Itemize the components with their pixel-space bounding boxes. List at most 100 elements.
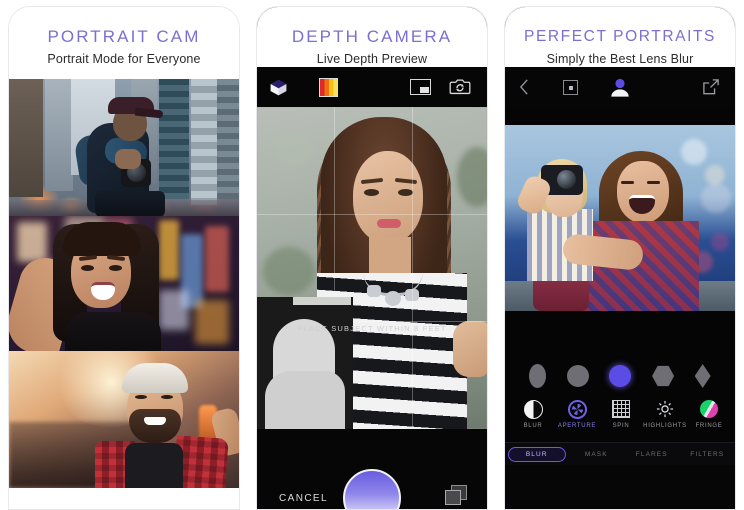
necklace-bead xyxy=(385,291,401,306)
camera-top-bar xyxy=(257,67,487,107)
subject-eye xyxy=(398,189,413,196)
back-chevron-icon[interactable] xyxy=(519,78,530,96)
subject-eye xyxy=(81,265,94,271)
fringe-color-icon xyxy=(687,398,731,420)
shape-oval[interactable] xyxy=(529,364,547,388)
photo-selfie-city-lights xyxy=(9,216,239,351)
shape-circle-active[interactable] xyxy=(609,365,632,387)
spin-grid-icon xyxy=(599,398,643,420)
shape-diamond[interactable] xyxy=(694,364,711,388)
subject-lips xyxy=(377,219,401,228)
subject-beard xyxy=(129,409,181,443)
app-store-screenshot-gallery: PORTRAIT CAM Portrait Mode for Everyone xyxy=(0,0,744,510)
page-title: DEPTH CAMERA xyxy=(291,27,453,46)
portrait-person-icon[interactable] xyxy=(609,77,631,98)
grid-line-vertical xyxy=(412,107,413,429)
tool-fringe[interactable]: FRINGE xyxy=(687,398,731,429)
shape-hexagon[interactable] xyxy=(652,365,675,387)
depth-silhouette-body xyxy=(265,371,345,429)
building-shape xyxy=(9,79,43,197)
picture-in-picture-icon[interactable] xyxy=(410,79,431,95)
subject-hand xyxy=(115,149,141,169)
photo-man-plaid-shirt xyxy=(9,351,239,488)
subject-beanie xyxy=(122,363,188,393)
tool-label: FRINGE xyxy=(695,423,723,429)
aperture-icon xyxy=(555,398,599,420)
bokeh-circle xyxy=(681,139,707,165)
subject-legs xyxy=(95,191,165,216)
editor-tool-row: BLUR APERTURE SPIN HIGHLIGHTS FRINGE xyxy=(505,395,735,442)
camera-viewfinder[interactable]: PLACE SUBJECT WITHIN 8 FEET xyxy=(257,107,487,429)
depth-map-preview[interactable] xyxy=(257,297,353,429)
tab-blur[interactable]: BLUR xyxy=(508,446,566,462)
grain-texture-icon xyxy=(731,398,735,420)
share-export-icon[interactable] xyxy=(703,79,719,95)
cube-3d-icon[interactable] xyxy=(269,78,288,97)
tool-blur[interactable]: BLUR xyxy=(511,398,555,429)
building-shape xyxy=(45,79,73,191)
photo-street-photographer xyxy=(9,79,239,216)
subject-eye xyxy=(364,189,379,196)
subject-eye xyxy=(161,395,173,399)
woman-eye xyxy=(621,181,634,184)
camera-lens xyxy=(557,170,576,189)
tab-mask[interactable]: MASK xyxy=(569,447,625,462)
page-title: PERFECT PORTRAITS xyxy=(524,28,716,45)
tool-grain[interactable]: GRAIN xyxy=(731,398,735,429)
stack-layer-front xyxy=(445,490,461,505)
woman-eye xyxy=(647,181,660,184)
subject-torso xyxy=(65,312,161,351)
tool-label: GRAIN xyxy=(731,423,735,429)
bokeh-circle xyxy=(701,183,731,213)
camera-bottom-bar: CANCEL xyxy=(257,429,487,509)
tab-flares[interactable]: FLARES xyxy=(624,447,680,462)
panel-portrait-cam: PORTRAIT CAM Portrait Mode for Everyone xyxy=(0,0,248,510)
building-shape xyxy=(159,79,189,199)
gallery-stack-button[interactable] xyxy=(445,485,467,505)
subject-tshirt xyxy=(125,443,183,488)
shape-circle[interactable] xyxy=(566,365,589,387)
panel-depth-camera: DEPTH CAMERA Live Depth Preview PLACE SU… xyxy=(248,0,496,510)
panel-3-header: PERFECT PORTRAITS Simply the Best Lens B… xyxy=(505,7,735,67)
necklace-bead xyxy=(367,285,381,297)
depth-map-background xyxy=(293,297,351,305)
tool-highlights[interactable]: HIGHLIGHTS xyxy=(643,398,687,429)
tool-spin[interactable]: SPIN xyxy=(599,398,643,429)
photo-mother-and-child[interactable] xyxy=(505,125,735,311)
subject-hair-top xyxy=(63,222,141,256)
phone-frame-3: PERFECT PORTRAITS Simply the Best Lens B… xyxy=(504,6,736,510)
blur-icon xyxy=(511,398,555,420)
photo-list xyxy=(9,79,239,488)
subject-eye xyxy=(135,395,147,399)
editor-top-bar xyxy=(505,67,735,107)
panel-perfect-portraits: PERFECT PORTRAITS Simply the Best Lens B… xyxy=(496,0,744,510)
page-subtitle: Simply the Best Lens Blur xyxy=(546,52,694,66)
viewfinder-hint: PLACE SUBJECT WITHIN 8 FEET xyxy=(297,324,447,333)
tool-label: APERTURE xyxy=(557,423,597,429)
editor-tab-bar: BLUR MASK FLARES FILTERS xyxy=(505,442,735,465)
page-subtitle: Portrait Mode for Everyone xyxy=(47,52,201,66)
camera-flip-icon[interactable] xyxy=(449,77,471,96)
tool-label: HIGHLIGHTS xyxy=(643,423,687,429)
cancel-button[interactable]: CANCEL xyxy=(279,493,328,504)
building-shape xyxy=(217,79,239,199)
tab-filters[interactable]: FILTERS xyxy=(680,447,736,462)
panel-1-header: PORTRAIT CAM Portrait Mode for Everyone xyxy=(9,7,239,67)
sun-highlights-icon xyxy=(643,398,687,420)
crop-frame-icon[interactable] xyxy=(563,80,578,95)
subject-eye xyxy=(109,265,122,271)
phone-frame-2: DEPTH CAMERA Live Depth Preview PLACE SU… xyxy=(256,6,488,510)
tool-aperture[interactable]: APERTURE xyxy=(555,398,599,429)
tool-label: SPIN xyxy=(612,423,630,429)
bokeh-circle xyxy=(705,165,725,185)
editor-photo-area[interactable] xyxy=(505,107,735,357)
building-shape xyxy=(191,79,217,205)
panel-2-header: DEPTH CAMERA Live Depth Preview xyxy=(257,7,487,67)
phone-frame-1: PORTRAIT CAM Portrait Mode for Everyone xyxy=(8,6,240,510)
page-subtitle: Live Depth Preview xyxy=(316,52,428,66)
color-filter-swatch-icon[interactable] xyxy=(319,78,338,97)
page-title: PORTRAIT CAM xyxy=(47,27,201,46)
tool-label: BLUR xyxy=(523,423,543,429)
subject-smile xyxy=(144,417,166,425)
grid-line-horizontal xyxy=(257,214,487,215)
